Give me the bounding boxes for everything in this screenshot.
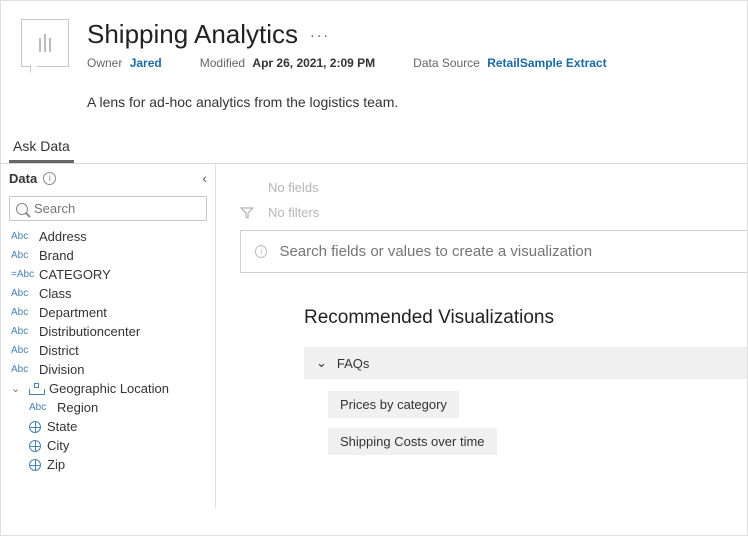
field-label: Division <box>39 362 85 377</box>
modified-value: Apr 26, 2021, 2:09 PM <box>252 56 375 70</box>
field-list: AbcAddress AbcBrand =AbcCATEGORY AbcClas… <box>1 227 215 508</box>
field-item[interactable]: AbcClass <box>5 284 211 303</box>
lens-description: A lens for ad-hoc analytics from the log… <box>87 94 747 110</box>
faq-accordion[interactable]: ⌄ FAQs <box>304 347 747 379</box>
field-label: Brand <box>39 248 74 263</box>
field-item[interactable]: AbcDistrict <box>5 341 211 360</box>
faq-item[interactable]: Prices by category <box>328 391 459 418</box>
field-item[interactable]: AbcAddress <box>5 227 211 246</box>
modified-label: Modified <box>200 56 245 70</box>
field-hierarchy[interactable]: ⌄ Geographic Location <box>5 379 211 398</box>
no-filters-label: No filters <box>268 205 319 220</box>
page-header: Shipping Analytics ··· Owner Jared Modif… <box>1 1 747 80</box>
viz-search-input[interactable] <box>279 243 733 260</box>
sidebar-title: Data <box>9 171 37 186</box>
field-item[interactable]: AbcRegion <box>5 398 211 417</box>
globe-icon <box>29 421 41 433</box>
chevron-down-icon: ⌄ <box>316 355 327 371</box>
no-fields-label: No fields <box>268 180 319 195</box>
sidebar-search-input[interactable] <box>34 201 200 216</box>
recommended-heading: Recommended Visualizations <box>304 307 747 329</box>
field-item[interactable]: State <box>5 417 211 436</box>
search-icon <box>16 203 28 215</box>
globe-icon <box>29 459 41 471</box>
tab-ask-data[interactable]: Ask Data <box>9 132 74 163</box>
main-panel: No fields No filters i Recommended Visua… <box>216 164 747 508</box>
field-label: Address <box>39 229 87 244</box>
field-item[interactable]: AbcDistributioncenter <box>5 322 211 341</box>
field-label: Distributioncenter <box>39 324 140 339</box>
globe-icon <box>29 440 41 452</box>
info-icon[interactable]: i <box>255 245 267 258</box>
field-item[interactable]: =AbcCATEGORY <box>5 265 211 284</box>
field-label: District <box>39 343 79 358</box>
datasource-label: Data Source <box>413 56 480 70</box>
field-item[interactable]: Zip <box>5 455 211 474</box>
owner-label: Owner <box>87 56 122 70</box>
page-title: Shipping Analytics <box>87 19 298 50</box>
datasource-link[interactable]: RetailSample Extract <box>487 56 606 70</box>
field-label: CATEGORY <box>39 267 111 282</box>
viz-search[interactable]: i <box>240 230 747 273</box>
field-item[interactable]: AbcDivision <box>5 360 211 379</box>
meta-row: Owner Jared Modified Apr 26, 2021, 2:09 … <box>87 56 727 70</box>
collapse-sidebar-button[interactable]: ‹ <box>202 170 207 186</box>
hierarchy-icon <box>29 383 43 395</box>
field-label: Geographic Location <box>49 381 169 396</box>
owner-link[interactable]: Jared <box>130 56 162 70</box>
info-icon[interactable]: i <box>43 172 56 185</box>
field-item[interactable]: AbcBrand <box>5 246 211 265</box>
filter-icon <box>240 207 254 219</box>
more-actions-button[interactable]: ··· <box>310 27 330 43</box>
faq-label: FAQs <box>337 356 370 371</box>
field-label: City <box>47 438 69 453</box>
field-item[interactable]: City <box>5 436 211 455</box>
field-item[interactable]: AbcDepartment <box>5 303 211 322</box>
chevron-down-icon[interactable]: ⌄ <box>11 382 23 395</box>
field-label: Region <box>57 400 98 415</box>
field-label: State <box>47 419 77 434</box>
field-label: Class <box>39 286 72 301</box>
field-label: Zip <box>47 457 65 472</box>
faq-item[interactable]: Shipping Costs over time <box>328 428 497 455</box>
field-label: Department <box>39 305 107 320</box>
data-sidebar: Data i ‹ AbcAddress AbcBrand =AbcCATEGOR… <box>1 164 216 508</box>
sidebar-search[interactable] <box>9 196 207 221</box>
recommended-section: Recommended Visualizations ⌄ FAQs Prices… <box>304 307 747 455</box>
tab-bar: Ask Data <box>1 132 747 164</box>
lens-icon <box>21 19 69 67</box>
